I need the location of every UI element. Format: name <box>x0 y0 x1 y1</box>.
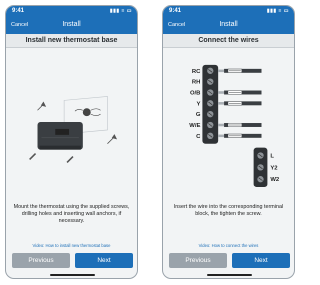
terminal-label: W/E <box>189 123 200 129</box>
terminal-label: O/B <box>190 90 200 96</box>
page-title: Install <box>219 21 238 28</box>
wire <box>218 68 262 73</box>
install-screen-wires: 9:41 ▮▮▮ ≡ ▭ Cancel Install Connect the … <box>162 5 295 279</box>
terminal-label: RC <box>192 69 201 75</box>
status-icons: ▮▮▮ ≡ ▭ <box>266 8 289 14</box>
wire <box>218 90 262 95</box>
install-screen-base: 9:41 ▮▮▮ ≡ ▭ Cancel Install Install new … <box>5 5 138 279</box>
terminal-label: Y <box>196 101 200 107</box>
step-heading: Connect the wires <box>163 34 294 48</box>
status-bar: 9:41 ▮▮▮ ≡ ▭ <box>6 6 137 17</box>
previous-button[interactable]: Previous <box>169 253 227 268</box>
status-bar: 9:41 ▮▮▮ ≡ ▭ <box>163 6 294 17</box>
page-title: Install <box>62 21 81 28</box>
video-link[interactable]: Video: How to connect the wires <box>163 243 294 248</box>
terminal-label: Y2 <box>270 165 278 171</box>
terminal-w2: W2 <box>257 176 280 183</box>
wiring-diagram: RC RH O/B YG W/E C L Y2 W2 <box>189 64 280 188</box>
terminal-y2: Y2 <box>257 164 278 171</box>
terminal-o-b: O/B <box>190 89 262 96</box>
nav-bar: Cancel Install <box>163 17 294 34</box>
status-icons: ▮▮▮ ≡ ▭ <box>109 8 132 14</box>
home-indicator <box>50 274 95 276</box>
home-indicator <box>207 274 252 276</box>
screw-icon <box>29 153 37 161</box>
status-time: 9:41 <box>169 8 182 14</box>
terminal-w-e: W/E <box>189 121 262 129</box>
wire <box>218 123 262 127</box>
next-button[interactable]: Next <box>75 253 133 268</box>
video-link[interactable]: Video: How to install new thermostat bas… <box>6 243 137 248</box>
thermostat-mounting-illustration <box>29 96 118 163</box>
nav-bar: Cancel Install <box>6 17 137 34</box>
terminal-label: L <box>270 154 274 160</box>
terminal-label: RH <box>192 80 201 86</box>
wire <box>218 133 262 138</box>
anchor-arrow-icon <box>107 134 118 144</box>
next-button[interactable]: Next <box>232 253 290 268</box>
step-instruction: Mount the thermostat using the supplied … <box>13 204 130 224</box>
screw-icon <box>66 155 74 163</box>
previous-button[interactable]: Previous <box>12 253 70 268</box>
terminal-label: G <box>196 112 201 118</box>
terminal-label: C <box>196 134 201 140</box>
step-instruction: Insert the wire into the corresponding t… <box>173 204 284 217</box>
anchor-arrow-icon <box>37 101 47 111</box>
step-heading: Install new thermostat base <box>6 34 137 48</box>
status-time: 9:41 <box>12 8 25 14</box>
terminal-rc: RC <box>192 67 262 75</box>
thermostat-base <box>37 122 83 150</box>
terminal-label: W2 <box>270 177 280 183</box>
wire <box>218 101 262 106</box>
